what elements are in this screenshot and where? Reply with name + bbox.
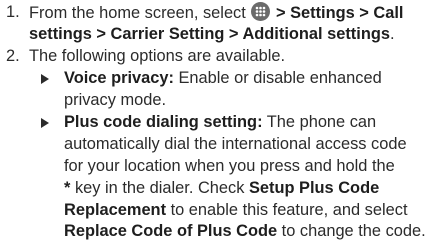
step-number: 2. <box>6 47 20 65</box>
instructions-document: 1. From the home screen, select > Settin… <box>0 0 448 249</box>
triangle-bullet-icon <box>41 118 49 128</box>
step-1-text: From the home screen, select > Settings … <box>29 2 448 46</box>
step-1-line-1: From the home screen, select > Settings … <box>29 2 404 22</box>
option-title: Plus code dialing setting: <box>64 113 263 131</box>
step-1-line-2: settings > Carrier Setting > Additional … <box>29 24 395 43</box>
replacement-label: Replacement <box>64 200 167 219</box>
step-number: 1. <box>6 3 20 21</box>
setup-plus-code-label: Setup Plus Code <box>248 178 380 197</box>
step-2-text: The following options are available. <box>29 47 286 65</box>
apps-icon <box>251 2 271 21</box>
triangle-bullet-icon <box>41 74 49 84</box>
menu-path-part-2: settings > Carrier Setting > Additional … <box>29 24 390 43</box>
menu-path-part-1: > Settings > Call <box>275 4 404 22</box>
option-title: Voice privacy: <box>64 69 174 87</box>
replace-code-label: Replace Code of Plus Code <box>64 222 278 241</box>
